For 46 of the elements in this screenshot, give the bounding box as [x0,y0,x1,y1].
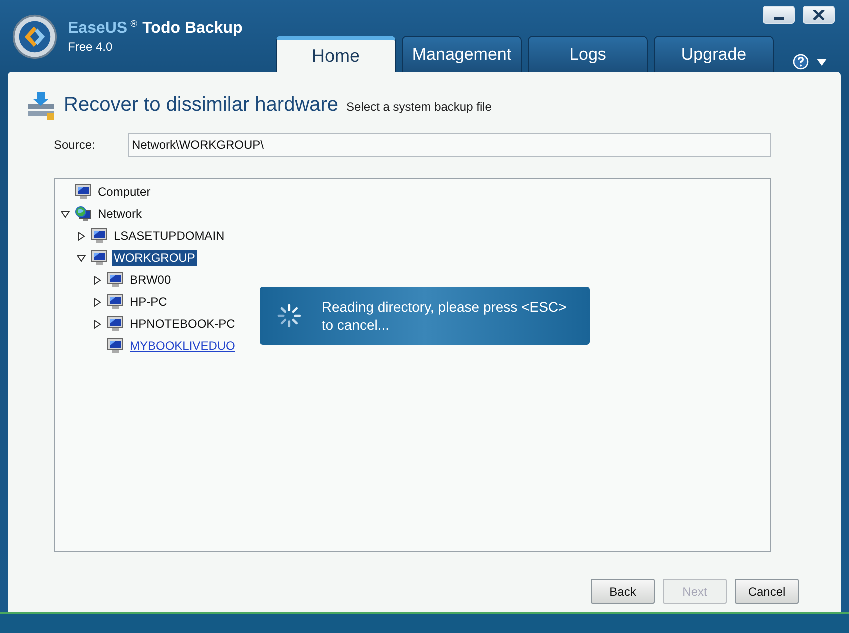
page-title: Recover to dissimilar hardware [64,94,339,116]
tree-item[interactable]: WORKGROUP [112,250,198,266]
close-icon [813,10,825,20]
computer-icon [107,316,124,332]
product-name: Todo Backup [142,20,243,38]
expand-toggle-icon[interactable] [92,298,102,306]
restore-icon [26,90,56,120]
tab[interactable]: Home [276,36,396,73]
computer-icon [91,228,108,244]
tab[interactable]: Upgrade [654,36,774,72]
close-button[interactable] [803,6,835,24]
tree-item[interactable]: Computer [96,184,153,200]
computer-icon [107,294,124,310]
source-field[interactable]: Network\WORKGROUP\ [128,133,771,157]
dialog-button[interactable]: Back [591,579,655,604]
network-globe-icon [75,206,92,222]
registered-mark: ® [130,20,139,30]
tree-item[interactable]: BRW00 [128,272,174,288]
tree-item[interactable]: LSASETUPDOMAIN [112,228,227,244]
dialog-button[interactable]: Cancel [735,579,799,604]
progress-message: Reading directory, please press <ESC> to cancel... [322,298,568,334]
tree-item[interactable]: HP-PC [128,294,170,310]
computer-icon [107,338,124,354]
minimize-icon [774,16,784,20]
source-label: Source: [54,138,96,152]
edition-label: Free 4.0 [68,40,114,54]
tree-item[interactable]: MYBOOKLIVEDUO [128,338,238,354]
help-icon[interactable] [793,54,809,70]
tab[interactable]: Management [402,36,522,72]
brand-name: EaseUS [68,20,128,38]
computer-icon [75,184,92,200]
expand-toggle-icon[interactable] [76,232,86,240]
expand-toggle-icon[interactable] [92,320,102,328]
computer-icon [107,272,124,288]
tree-item[interactable]: HPNOTEBOOK-PC [128,316,238,332]
page-subtitle: Select a system backup file [346,100,492,114]
spinner-icon [277,303,302,329]
logo-icon [12,14,58,60]
expand-toggle-icon[interactable] [60,210,70,218]
tab[interactable]: Logs [528,36,648,72]
expand-toggle-icon[interactable] [92,276,102,284]
dropdown-arrow-icon[interactable] [817,58,827,66]
minimize-button[interactable] [763,6,795,24]
expand-toggle-icon[interactable] [76,254,86,262]
tree-item[interactable]: Network [96,206,144,222]
computer-icon [91,250,108,266]
